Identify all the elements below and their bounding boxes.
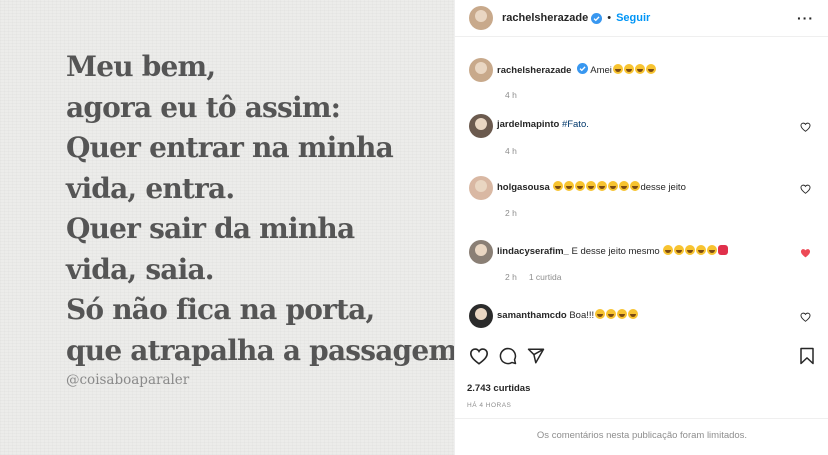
heart-outline-icon[interactable] (800, 184, 811, 194)
clap-emoji-icon (628, 309, 639, 319)
avatar[interactable] (469, 114, 493, 138)
avatar[interactable] (469, 6, 493, 30)
clap-emoji-icon (608, 181, 619, 191)
post-image[interactable]: Meu bem, agora eu tô assim: Quer entrar … (0, 0, 467, 455)
clap-emoji-icon (553, 181, 564, 191)
quote-line: Só não fica na porta, (66, 293, 375, 326)
heart-outline-icon[interactable] (800, 122, 811, 132)
clap-emoji-icon (674, 245, 685, 255)
comment-item: jardelmapinto #Fato. 4 h (469, 114, 819, 164)
post-header: rachelsherazade • Seguir ··· (455, 0, 828, 37)
avatar[interactable] (469, 240, 493, 264)
quote-line: que atrapalha a passagem. (66, 333, 467, 367)
likes-count[interactable]: 2.743 curtidas (467, 383, 530, 394)
comment-username[interactable]: jardelmapinto (497, 119, 559, 130)
quote-line: Quer entrar na minha (66, 131, 394, 164)
quote-line: agora eu tô assim: (66, 90, 341, 124)
comment-likes[interactable]: 1 curtida (529, 272, 562, 282)
clap-emoji-icon (606, 309, 617, 319)
verified-badge-icon (591, 12, 603, 24)
clap-emoji-icon (597, 181, 608, 191)
paper-plane-icon[interactable] (527, 347, 545, 365)
clap-emoji-icon (619, 181, 630, 191)
comment-time: 2 h (505, 272, 517, 282)
post-modal: Meu bem, agora eu tô assim: Quer entrar … (0, 0, 828, 455)
more-options-icon[interactable]: ··· (797, 11, 814, 25)
comment-text: E desse jeito mesmo (571, 246, 660, 257)
comment-body: lindacyserafim_ E desse jeito mesmo (497, 245, 729, 258)
comments-list: rachelsherazade Amei 4 h jardelmapinto #… (455, 46, 828, 336)
comments-limited-notice: Os comentários nesta publicação foram li… (455, 418, 828, 455)
clap-emoji-icon (623, 64, 634, 74)
avatar[interactable] (469, 58, 493, 82)
comment-username[interactable]: lindacyserafim_ (497, 246, 569, 257)
comment-meta: 4 h (505, 146, 529, 156)
emoji-group (594, 309, 639, 321)
clap-emoji-icon (564, 181, 575, 191)
clap-emoji-icon (645, 64, 656, 74)
comment-text: Boa!!! (569, 310, 595, 321)
quote-line: vida, entra. (66, 171, 235, 205)
avatar[interactable] (469, 304, 493, 328)
comment-item: holgasousa desse jeito 2 h (469, 176, 819, 226)
clap-emoji-icon (634, 64, 645, 74)
comment-text: Amei (590, 65, 612, 76)
comment-username[interactable]: samanthamcdo (497, 310, 567, 321)
emoji-group (552, 181, 641, 193)
emoji-group (662, 245, 729, 257)
clap-emoji-icon (685, 245, 696, 255)
comment-time: 4 h (505, 146, 517, 156)
red-heart-emoji-icon (718, 245, 729, 255)
quote-line: Quer sair da minha (66, 212, 355, 245)
comment-time: 2 h (505, 208, 517, 218)
comment-text: desse jeito (640, 182, 686, 193)
follow-button[interactable]: Seguir (616, 12, 650, 24)
comment-item: samanthamcdo Boa!!! 2 h (469, 304, 819, 336)
verified-badge-icon (577, 63, 589, 74)
clap-emoji-icon (663, 245, 674, 255)
author-username[interactable]: rachelsherazade (502, 12, 588, 24)
comment-item: rachelsherazade Amei 4 h (469, 58, 819, 108)
comment-meta: 2 h 1 curtida (505, 272, 573, 282)
comment-hashtag[interactable]: #Fato. (562, 119, 589, 130)
avatar[interactable] (469, 176, 493, 200)
comment-body: holgasousa desse jeito (497, 181, 686, 194)
post-quote: Meu bem, agora eu tô assim: Quer entrar … (66, 47, 467, 371)
comment-meta: 4 h (505, 90, 529, 100)
comment-meta: 2 h (505, 208, 529, 218)
clap-emoji-icon (612, 64, 623, 74)
clap-emoji-icon (707, 245, 718, 255)
clap-emoji-icon (630, 181, 641, 191)
clap-emoji-icon (575, 181, 586, 191)
bookmark-icon[interactable] (799, 347, 815, 365)
comment-username[interactable]: rachelsherazade (497, 65, 571, 76)
comment-time: 4 h (505, 90, 517, 100)
post-timestamp[interactable]: HÁ 4 HORAS (467, 402, 511, 409)
quote-line: vida, saia. (66, 252, 215, 286)
image-handle: @coisaboaparaler (66, 372, 190, 388)
clap-emoji-icon (617, 309, 628, 319)
comment-body: samanthamcdo Boa!!! (497, 309, 639, 322)
clap-emoji-icon (595, 309, 606, 319)
comment-item: lindacyserafim_ E desse jeito mesmo 2 h 1… (469, 240, 819, 290)
quote-line: Meu bem, (66, 50, 216, 83)
clap-emoji-icon (696, 245, 707, 255)
comment-username[interactable]: holgasousa (497, 182, 550, 193)
comment-body: rachelsherazade Amei (497, 63, 656, 77)
comment-bubble-icon[interactable] (499, 347, 517, 365)
post-actions (469, 347, 815, 369)
clap-emoji-icon (586, 181, 597, 191)
comment-body: jardelmapinto #Fato. (497, 119, 589, 131)
emoji-group (612, 64, 656, 76)
separator-dot: • (607, 12, 612, 24)
heart-outline-icon[interactable] (469, 347, 489, 365)
heart-outline-icon[interactable] (800, 312, 811, 322)
heart-filled-icon[interactable] (800, 248, 811, 258)
